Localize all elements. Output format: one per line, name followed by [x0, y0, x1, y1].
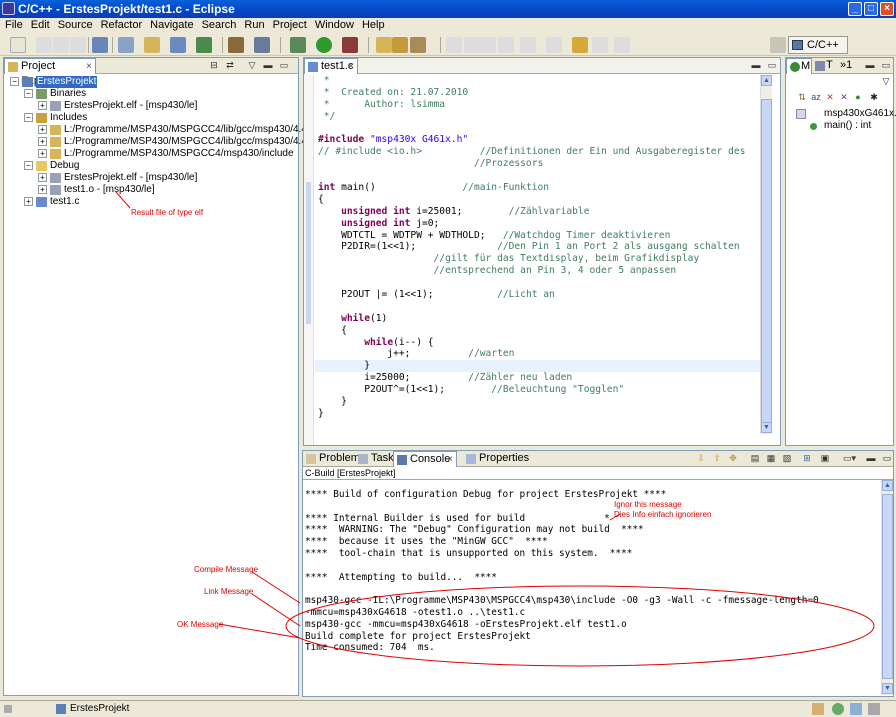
status-project-label: ErstesProjekt — [70, 703, 130, 714]
annotation-link: Link Message — [204, 587, 254, 596]
fast-view-icon[interactable] — [4, 705, 12, 713]
annotation-compile: Compile Message — [194, 565, 259, 574]
project-icon — [56, 704, 66, 714]
status-icon[interactable] — [868, 703, 880, 715]
annotation-overlay — [115, 191, 875, 667]
annotation-ignore-german: Dies Info einfach ignorieren — [614, 510, 712, 519]
annotation-result-file: Result file of type elf — [131, 208, 204, 217]
status-icon[interactable] — [832, 703, 844, 715]
annotation-ok: OK Message — [177, 620, 224, 629]
status-icon[interactable] — [812, 703, 824, 715]
annotation-ignore: Ignor this message — [614, 500, 682, 509]
status-icon[interactable] — [850, 703, 862, 715]
status-bar: ErstesProjekt — [0, 700, 896, 717]
